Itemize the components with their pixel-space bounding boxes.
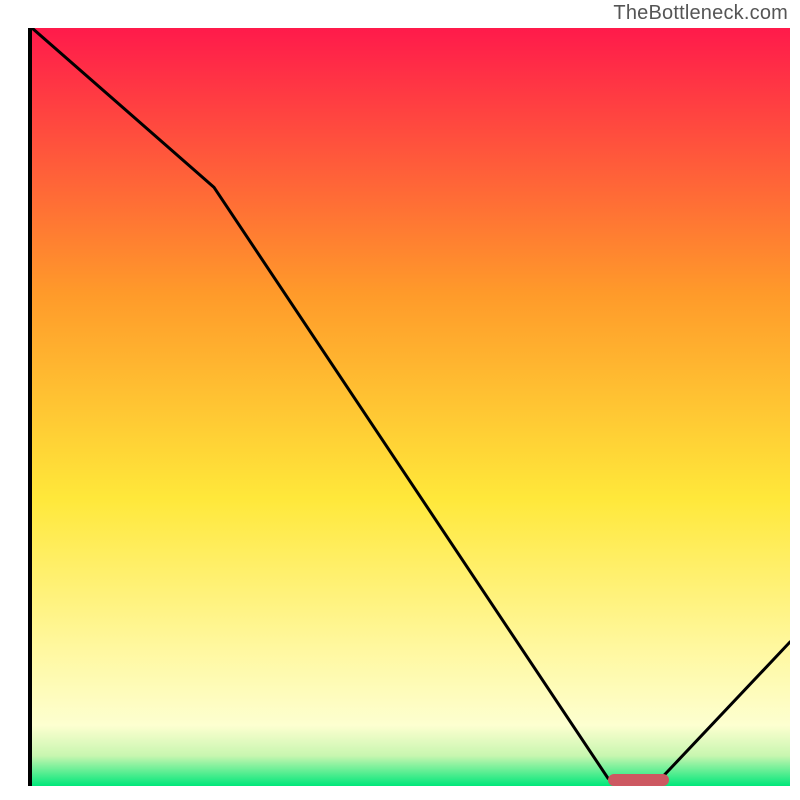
chart-svg (32, 28, 790, 786)
watermark-text: TheBottleneck.com (613, 2, 788, 25)
plot-area (28, 28, 786, 786)
gradient-background (32, 28, 790, 786)
optimal-range-marker (608, 774, 669, 786)
